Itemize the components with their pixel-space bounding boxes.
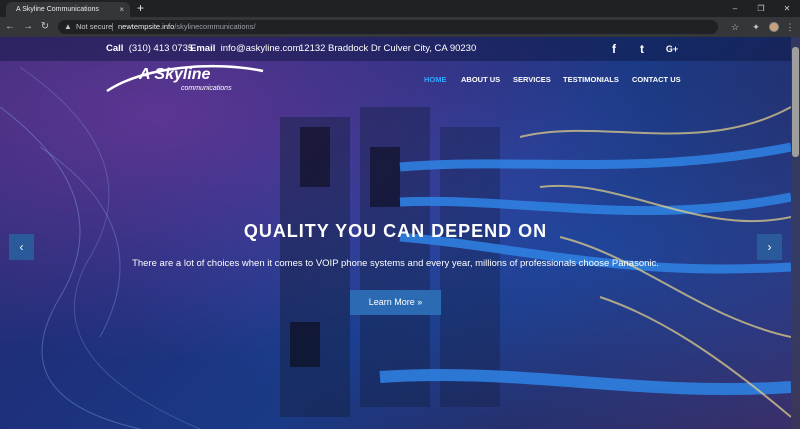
slider-prev-icon[interactable]: ‹: [9, 234, 34, 260]
nav-contact-us[interactable]: CONTACT US: [632, 74, 681, 86]
tab-title: A Skyline Communications: [16, 6, 99, 13]
menu-kebab-icon[interactable]: ⋮: [783, 19, 797, 35]
page-viewport: Call (310) 413 0735 Email info@askyline.…: [0, 37, 800, 429]
browser-toolbar: ← → ↻ ▲ Not secure newtempsite.info/skyl…: [0, 17, 800, 37]
phone-number[interactable]: (310) 413 0735: [129, 43, 193, 54]
contact-top-bar: Call (310) 413 0735 Email info@askyline.…: [0, 37, 791, 61]
address-separator: [112, 23, 113, 31]
url-text: newtempsite.info/skylinecommunications/: [118, 20, 256, 34]
reload-icon[interactable]: ↻: [37, 19, 53, 35]
nav-about-us[interactable]: ABOUT US: [461, 74, 500, 86]
logo-main-text: A Skyline: [139, 66, 211, 83]
logo-sub-text: communications: [181, 85, 232, 92]
back-icon[interactable]: ←: [2, 19, 18, 35]
profile-avatar[interactable]: [769, 22, 779, 32]
forward-icon[interactable]: →: [20, 19, 36, 35]
close-window-button[interactable]: ✕: [774, 0, 800, 17]
phone-contact: Call (310) 413 0735: [106, 37, 193, 61]
scrollbar-thumb[interactable]: [792, 47, 799, 157]
call-label: Call: [106, 43, 124, 54]
not-secure-label: Not secure: [76, 22, 113, 31]
tab-close-icon[interactable]: ×: [119, 2, 124, 17]
warning-icon: ▲: [64, 22, 72, 31]
email-label: Email: [190, 43, 216, 54]
learn-more-button[interactable]: Learn More »: [350, 290, 441, 315]
maximize-button[interactable]: ❐: [748, 0, 774, 17]
slider-next-icon[interactable]: ›: [757, 234, 782, 260]
facebook-icon[interactable]: f: [606, 41, 622, 57]
bookmark-star-icon[interactable]: ☆: [728, 19, 742, 35]
extensions-icon[interactable]: ✦: [749, 19, 763, 35]
nav-testimonials[interactable]: TESTIMONIALS: [563, 74, 619, 86]
email-address[interactable]: info@askyline.com: [221, 43, 301, 54]
browser-tabstrip: A Skyline Communications × + – ❐ ✕: [0, 0, 800, 17]
browser-tab[interactable]: A Skyline Communications ×: [6, 2, 130, 17]
google-plus-icon[interactable]: G+: [664, 41, 680, 57]
new-tab-button[interactable]: +: [137, 1, 144, 15]
page-scrollbar[interactable]: [791, 37, 800, 429]
url-path: /skylinecommunications/: [174, 22, 256, 31]
email-contact: Email info@askyline.com: [190, 37, 301, 61]
minimize-button[interactable]: –: [722, 0, 748, 17]
url-host: newtempsite.info: [118, 22, 175, 31]
twitter-icon[interactable]: t: [634, 41, 650, 57]
hero-subtext: There are a lot of choices when it comes…: [132, 258, 659, 269]
nav-home[interactable]: HOME: [424, 74, 447, 86]
address-bar[interactable]: ▲ Not secure newtempsite.info/skylinecom…: [58, 20, 718, 34]
hero-headline: QUALITY YOU CAN DEPEND ON: [243, 221, 548, 241]
address-text: 12132 Braddock Dr Culver City, CA 90230: [299, 43, 477, 54]
nav-services[interactable]: SERVICES: [513, 74, 551, 86]
